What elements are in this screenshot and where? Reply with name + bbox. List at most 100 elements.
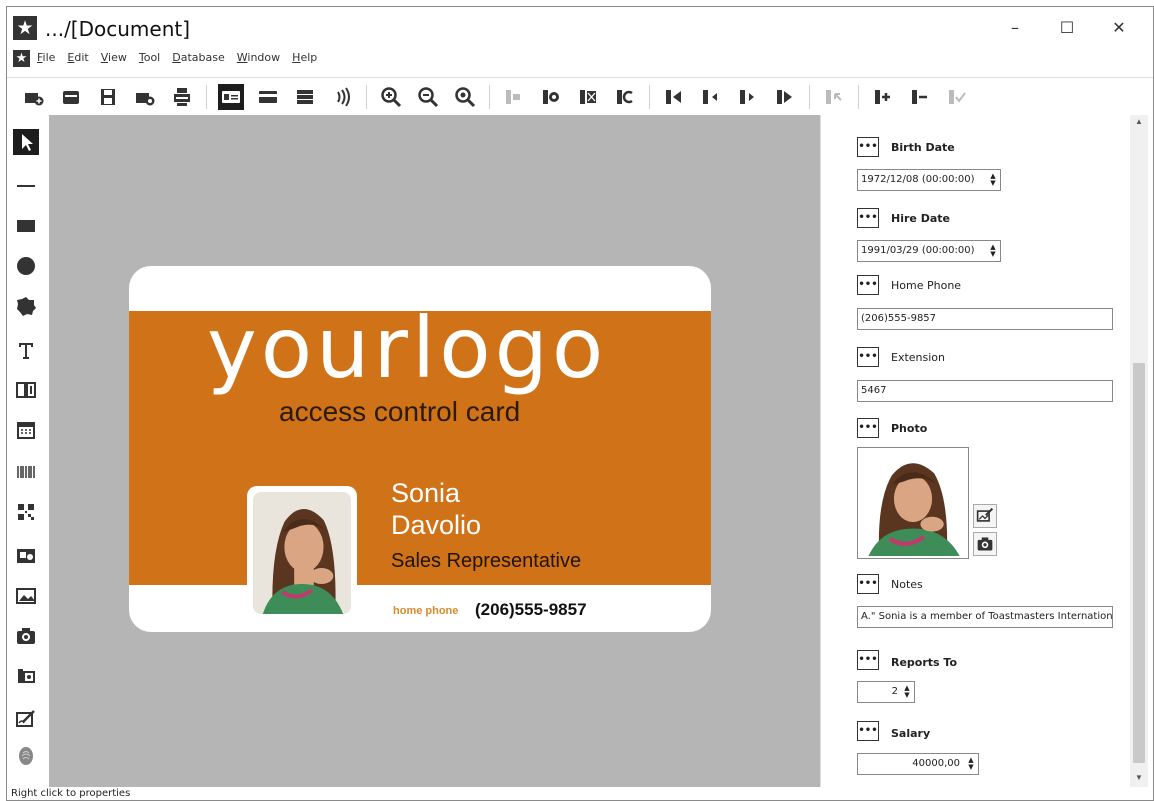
scroll-down-icon[interactable]: ▼: [1134, 773, 1144, 783]
menu-window-accel: W: [236, 51, 248, 64]
salary-more-button[interactable]: •••: [857, 721, 879, 741]
card-photo-frame[interactable]: [247, 486, 357, 620]
card-phone-label[interactable]: home phone: [393, 605, 458, 617]
window-title: .../[Document]: [45, 17, 191, 41]
photo-more-button[interactable]: •••: [857, 418, 879, 438]
menu-help[interactable]: Help: [292, 51, 317, 69]
menu-view-rest: iew: [108, 51, 127, 64]
qrcode-tool-icon[interactable]: [13, 499, 39, 525]
print-icon[interactable]: [169, 84, 195, 110]
reports-to-more-button[interactable]: •••: [857, 650, 879, 670]
notes-field[interactable]: A." Sonia is a member of Toastmasters In…: [857, 606, 1113, 628]
capture-photo-button[interactable]: [973, 532, 997, 556]
photo-preview[interactable]: [857, 447, 969, 559]
move-last-icon[interactable]: [772, 84, 798, 110]
menu-tool[interactable]: Tool: [139, 51, 160, 69]
new-card-icon[interactable]: [21, 84, 47, 110]
minimize-button[interactable]: –: [989, 11, 1041, 43]
menu-view[interactable]: View: [101, 51, 127, 69]
align-center-icon[interactable]: [538, 84, 564, 110]
date-tool-icon[interactable]: [13, 417, 39, 443]
menu-edit[interactable]: Edit: [67, 51, 88, 69]
card-back-icon[interactable]: [255, 84, 281, 110]
card-phone-value[interactable]: (206)555-9857: [475, 600, 587, 620]
align-right-icon[interactable]: [575, 84, 601, 110]
card-job-title[interactable]: Sales Representative: [391, 550, 581, 573]
align-justify-icon[interactable]: [612, 84, 638, 110]
picture-tool-icon[interactable]: [13, 583, 39, 609]
reports-to-field[interactable]: 2 ▲ ▼: [857, 681, 915, 703]
maximize-button[interactable]: ☐: [1041, 11, 1093, 43]
add-record-icon[interactable]: [870, 84, 896, 110]
home-phone-field[interactable]: (206)555-9857: [857, 308, 1113, 330]
edit-photo-button[interactable]: [973, 504, 997, 528]
properties-scrollbar[interactable]: ▲ ▼: [1130, 115, 1148, 787]
ellipse-tool-icon[interactable]: [13, 253, 39, 279]
move-first-icon[interactable]: [661, 84, 687, 110]
card-tagline[interactable]: access control card: [279, 396, 520, 428]
window-controls: – ☐ ✕: [989, 11, 1145, 43]
app-star-icon: ★: [13, 16, 37, 40]
extension-more-button[interactable]: •••: [857, 347, 879, 367]
photo-label: Photo: [891, 422, 928, 435]
design-canvas[interactable]: yourlogo access control card Sonia Davol…: [49, 115, 820, 787]
reports-to-label: Reports To: [891, 656, 958, 669]
barcode-tool-icon[interactable]: [13, 459, 39, 485]
menu-file[interactable]: File: [37, 51, 55, 69]
line-tool-icon[interactable]: [13, 173, 39, 199]
menu-database[interactable]: Database: [172, 51, 225, 69]
text-tool-icon[interactable]: [13, 337, 39, 363]
hire-date-field[interactable]: 1991/03/29 (00:00:00) ▲ ▼: [857, 240, 1001, 262]
delete-record-icon[interactable]: [907, 84, 933, 110]
zoom-out-icon[interactable]: [415, 84, 441, 110]
save-icon[interactable]: [95, 84, 121, 110]
image-field-tool-icon[interactable]: [13, 543, 39, 569]
card-photo: [253, 492, 351, 614]
notes-more-button[interactable]: •••: [857, 574, 879, 594]
birth-date-field[interactable]: 1972/12/08 (00:00:00) ▲ ▼: [857, 169, 1001, 191]
salary-spinner[interactable]: ▲ ▼: [967, 757, 975, 771]
card-first-name[interactable]: Sonia: [391, 478, 460, 509]
undo-icon[interactable]: [821, 84, 847, 110]
menu-database-rest: atabase: [180, 51, 225, 64]
pointer-tool-icon[interactable]: [13, 129, 39, 155]
id-card[interactable]: yourlogo access control card Sonia Davol…: [129, 266, 711, 632]
hire-date-spinner[interactable]: ▲ ▼: [989, 244, 997, 258]
signature-tool-icon[interactable]: [13, 705, 39, 731]
salary-field[interactable]: 40000,00 ▲ ▼: [857, 753, 979, 775]
records-icon[interactable]: [292, 84, 318, 110]
camera-icon: [977, 537, 993, 551]
toolbar-separator: [206, 84, 207, 109]
move-next-icon[interactable]: [735, 84, 761, 110]
rectangle-tool-icon[interactable]: [13, 213, 39, 239]
scroll-up-icon[interactable]: ▲: [1134, 117, 1144, 127]
confirm-icon[interactable]: [944, 84, 970, 110]
save-as-icon[interactable]: [132, 84, 158, 110]
card-logo-text[interactable]: yourlogo: [207, 306, 607, 390]
edit-image-icon: [976, 507, 994, 522]
menu-window[interactable]: Window: [237, 51, 280, 69]
photo-field-tool-icon[interactable]: [13, 663, 39, 689]
align-left-icon[interactable]: [501, 84, 527, 110]
scroll-thumb[interactable]: [1133, 363, 1145, 763]
extension-field[interactable]: 5467: [857, 380, 1113, 402]
zoom-fit-icon[interactable]: [452, 84, 478, 110]
move-prev-icon[interactable]: [698, 84, 724, 110]
card-front-icon[interactable]: [218, 83, 244, 110]
open-icon[interactable]: [58, 84, 84, 110]
encode-icon[interactable]: [329, 84, 355, 110]
birth-date-spinner[interactable]: ▲ ▼: [989, 173, 997, 187]
counter-tool-icon[interactable]: [13, 377, 39, 403]
polygon-tool-icon[interactable]: [13, 293, 39, 319]
birth-date-value: 1972/12/08 (00:00:00): [861, 174, 975, 185]
home-phone-more-button[interactable]: •••: [857, 275, 879, 295]
zoom-in-icon[interactable]: [378, 84, 404, 110]
reports-to-spinner[interactable]: ▲ ▼: [903, 685, 911, 699]
fingerprint-tool-icon[interactable]: [13, 743, 39, 769]
birth-date-more-button[interactable]: •••: [857, 137, 879, 157]
hire-date-more-button[interactable]: •••: [857, 208, 879, 228]
tools-panel: [7, 115, 47, 787]
close-button[interactable]: ✕: [1093, 11, 1145, 43]
camera-tool-icon[interactable]: [13, 623, 39, 649]
card-last-name[interactable]: Davolio: [391, 510, 481, 541]
